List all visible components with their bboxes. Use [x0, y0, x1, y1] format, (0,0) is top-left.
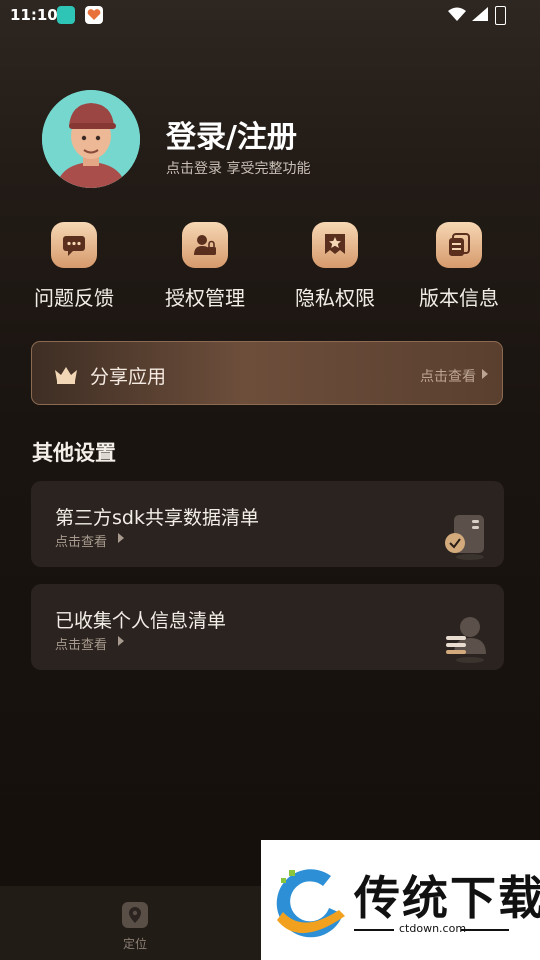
watermark-rule-right [461, 929, 509, 931]
login-title[interactable]: 登录/注册 [166, 112, 297, 156]
avatar[interactable] [42, 90, 140, 188]
quick-action-label: 隐私权限 [295, 286, 375, 310]
watermark-logo-icon [276, 869, 345, 938]
star-badge-icon [312, 222, 358, 268]
play-arrow-icon [482, 369, 488, 379]
share-app-link[interactable]: 点击查看 [420, 366, 476, 386]
watermark-overlay: 传统下载 ctdown.com [261, 840, 540, 960]
share-app-title: 分享应用 [90, 366, 167, 388]
quick-action-authorization[interactable]: 授权管理 [150, 222, 260, 311]
notification-app-icon [57, 6, 75, 24]
document-check-icon [445, 515, 484, 560]
watermark-rule-left [354, 929, 394, 931]
list-item-personal-info[interactable]: 已收集个人信息清单 点击查看 [31, 584, 504, 670]
user-list-icon [446, 617, 486, 663]
status-time: 11:10 [10, 6, 58, 24]
quick-action-label: 问题反馈 [34, 286, 114, 310]
play-arrow-icon [118, 636, 124, 646]
list-item-subtitle: 点击查看 [55, 638, 108, 653]
notification-heart-icon [85, 6, 103, 24]
play-arrow-icon [118, 533, 124, 543]
list-item-title: 第三方sdk共享数据清单 [55, 507, 259, 529]
copy-doc-icon [436, 222, 482, 268]
share-app-card[interactable]: 分享应用 点击查看 [31, 341, 503, 405]
tab-label: 定位 [122, 937, 147, 951]
list-item-subtitle: 点击查看 [55, 535, 108, 550]
crown-icon [55, 367, 77, 384]
signal-icon [472, 7, 488, 21]
quick-action-label: 版本信息 [419, 286, 499, 310]
quick-action-label: 授权管理 [165, 286, 245, 310]
list-item-title: 已收集个人信息清单 [55, 610, 227, 632]
quick-action-version[interactable]: 版本信息 [404, 222, 514, 311]
watermark-url: ctdown.com [399, 922, 467, 935]
tab-location[interactable]: 定位 [120, 901, 150, 952]
user-lock-icon [182, 222, 228, 268]
quick-action-feedback[interactable]: 问题反馈 [19, 222, 129, 311]
section-title: 其他设置 [32, 441, 116, 465]
quick-action-privacy[interactable]: 隐私权限 [280, 222, 390, 311]
chat-icon [51, 222, 97, 268]
wifi-icon [448, 7, 466, 21]
battery-icon [495, 6, 506, 25]
watermark-name: 传统下载 [354, 871, 540, 925]
list-item-sdk-data[interactable]: 第三方sdk共享数据清单 点击查看 [31, 481, 504, 567]
status-bar: 11:10 [0, 0, 540, 32]
login-subtitle: 点击登录 享受完整功能 [166, 161, 311, 177]
location-pin-icon [122, 902, 148, 928]
